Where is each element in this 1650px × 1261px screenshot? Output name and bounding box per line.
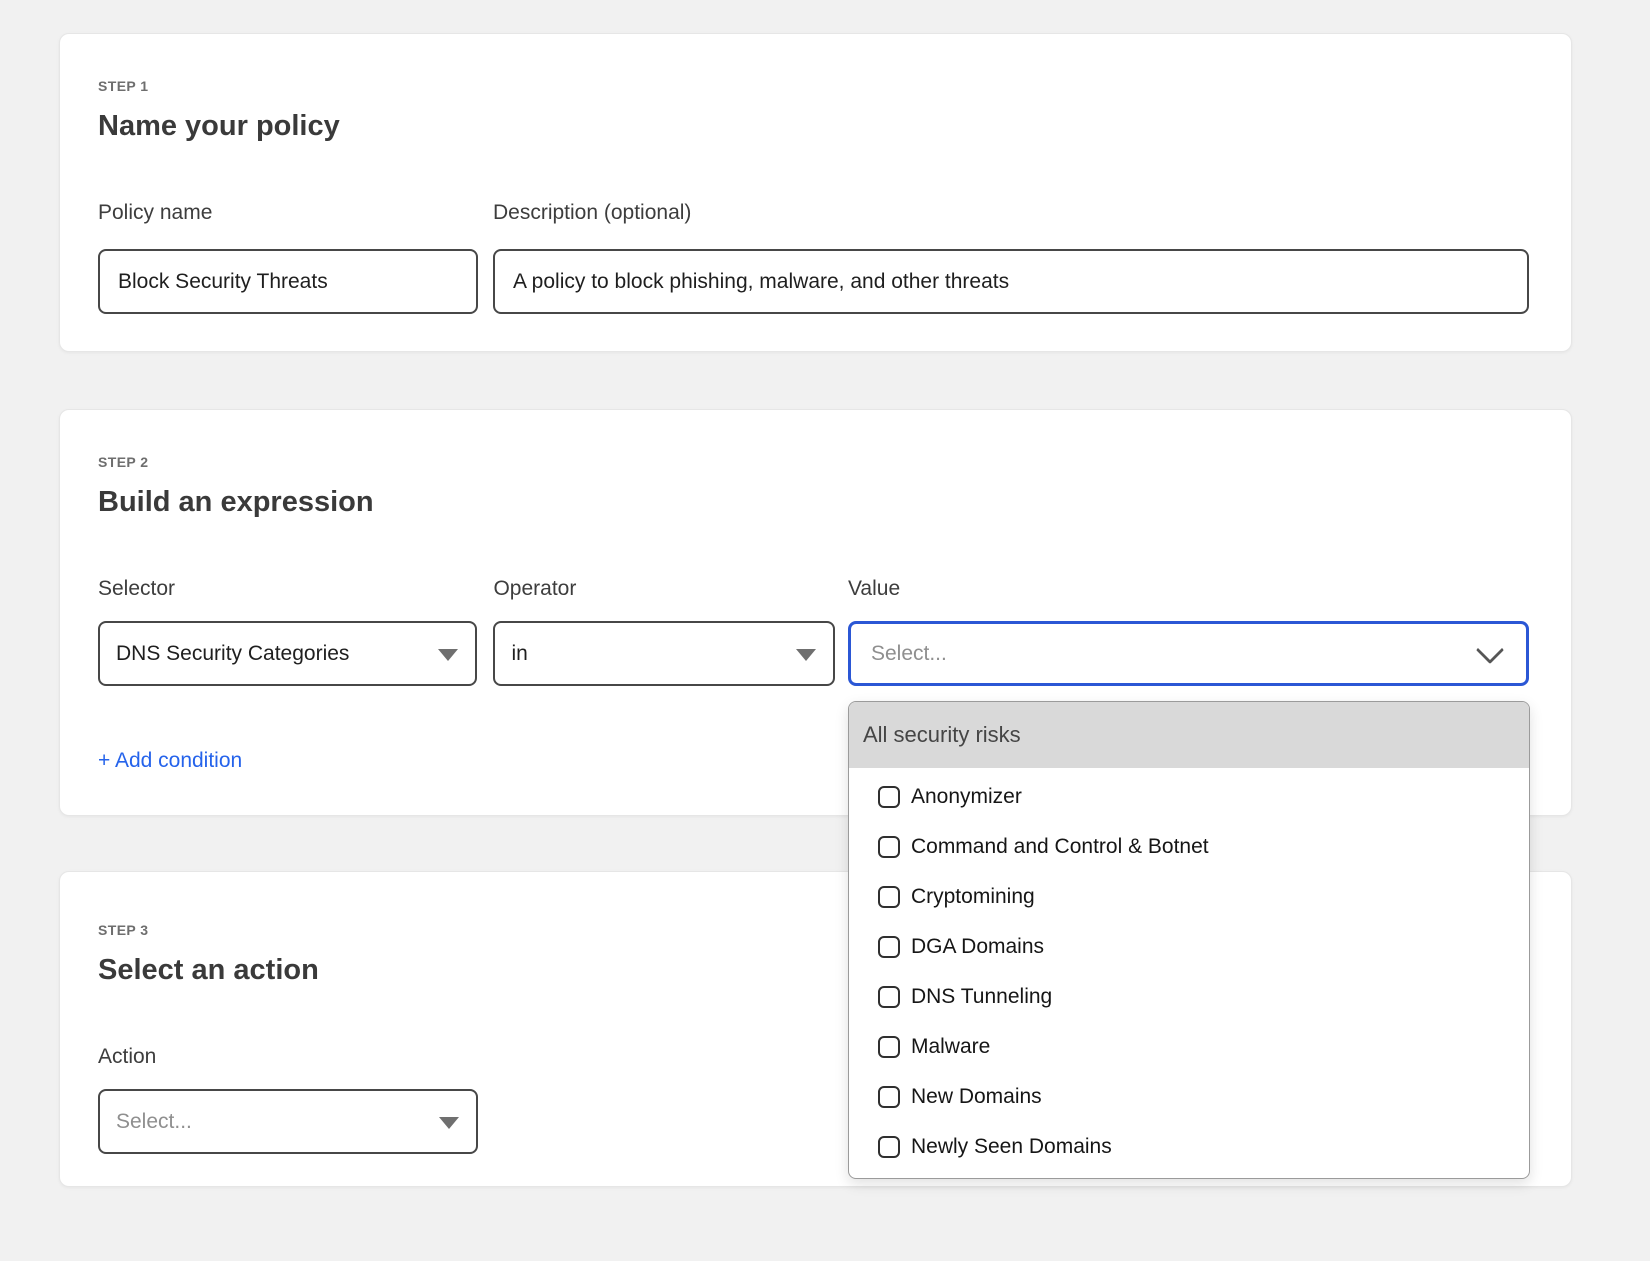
value-combobox[interactable]: Select...	[848, 621, 1529, 686]
operator-selected-value: in	[511, 642, 527, 666]
checkbox-unchecked[interactable]	[878, 936, 900, 958]
action-select[interactable]: Select...	[98, 1089, 478, 1154]
dropdown-option[interactable]: Anonymizer	[849, 772, 1529, 822]
checkbox-unchecked[interactable]	[878, 986, 900, 1008]
dropdown-option-label: Newly Seen Domains	[911, 1135, 1112, 1159]
expression-row: Selector DNS Security Categories Operato…	[98, 576, 1529, 686]
selector-selected-value: DNS Security Categories	[116, 642, 349, 666]
dropdown-option-label: New Domains	[911, 1085, 1042, 1109]
description-field: Description (optional)	[493, 200, 1529, 314]
chevron-down-icon	[1476, 635, 1504, 663]
checkbox-unchecked[interactable]	[878, 1086, 900, 1108]
dropdown-option[interactable]: Cryptomining	[849, 872, 1529, 922]
checkbox-unchecked[interactable]	[878, 1136, 900, 1158]
dropdown-option[interactable]: DGA Domains	[849, 922, 1529, 972]
policy-name-label: Policy name	[98, 200, 478, 225]
dropdown-option-all-security-risks[interactable]: All security risks	[849, 702, 1529, 768]
step2-title: Build an expression	[98, 484, 1529, 520]
dropdown-option-label: Cryptomining	[911, 885, 1035, 909]
dropdown-option[interactable]: DNS Tunneling	[849, 972, 1529, 1022]
dropdown-option[interactable]: Command and Control & Botnet	[849, 822, 1529, 872]
checkbox-unchecked[interactable]	[878, 836, 900, 858]
value-field: Value Select... All security risks Anony…	[848, 576, 1529, 686]
checkbox-unchecked[interactable]	[878, 1036, 900, 1058]
step1-title: Name your policy	[98, 108, 1529, 144]
dropdown-option[interactable]: Malware	[849, 1022, 1529, 1072]
step1-label: STEP 1	[98, 76, 1529, 96]
dropdown-option-label: DNS Tunneling	[911, 985, 1052, 1009]
value-dropdown-panel: All security risks Anonymizer Command an…	[848, 701, 1530, 1179]
action-field: Action Select...	[98, 1044, 478, 1154]
dropdown-option-label: Malware	[911, 1035, 990, 1059]
dropdown-option-label: DGA Domains	[911, 935, 1044, 959]
policy-name-input[interactable]	[98, 249, 478, 314]
step1-fields-row: Policy name Description (optional)	[98, 200, 1529, 314]
action-placeholder: Select...	[116, 1110, 192, 1134]
dropdown-option[interactable]: Newly Seen Domains	[849, 1122, 1529, 1172]
action-label: Action	[98, 1044, 478, 1069]
value-label: Value	[848, 576, 1529, 601]
dropdown-arrow-icon	[438, 649, 458, 661]
value-placeholder: Select...	[871, 642, 947, 666]
description-input[interactable]	[493, 249, 1529, 314]
operator-select[interactable]: in	[493, 621, 835, 686]
operator-field: Operator in	[493, 576, 835, 686]
selector-field: Selector DNS Security Categories	[98, 576, 477, 686]
selector-select[interactable]: DNS Security Categories	[98, 621, 477, 686]
checkbox-unchecked[interactable]	[878, 786, 900, 808]
dropdown-arrow-icon	[439, 1117, 459, 1129]
step2-label: STEP 2	[98, 452, 1529, 472]
dropdown-options-list: Anonymizer Command and Control & Botnet …	[849, 768, 1529, 1172]
operator-label: Operator	[493, 576, 835, 601]
dropdown-arrow-icon	[796, 649, 816, 661]
policy-name-field: Policy name	[98, 200, 478, 314]
dropdown-option-label: Command and Control & Botnet	[911, 835, 1209, 859]
step1-card: STEP 1 Name your policy Policy name Desc…	[59, 33, 1572, 352]
description-label: Description (optional)	[493, 200, 1529, 225]
step2-card: STEP 2 Build an expression Selector DNS …	[59, 409, 1572, 816]
checkbox-unchecked[interactable]	[878, 886, 900, 908]
dropdown-option-label: Anonymizer	[911, 785, 1022, 809]
dropdown-option[interactable]: New Domains	[849, 1072, 1529, 1122]
selector-label: Selector	[98, 576, 477, 601]
